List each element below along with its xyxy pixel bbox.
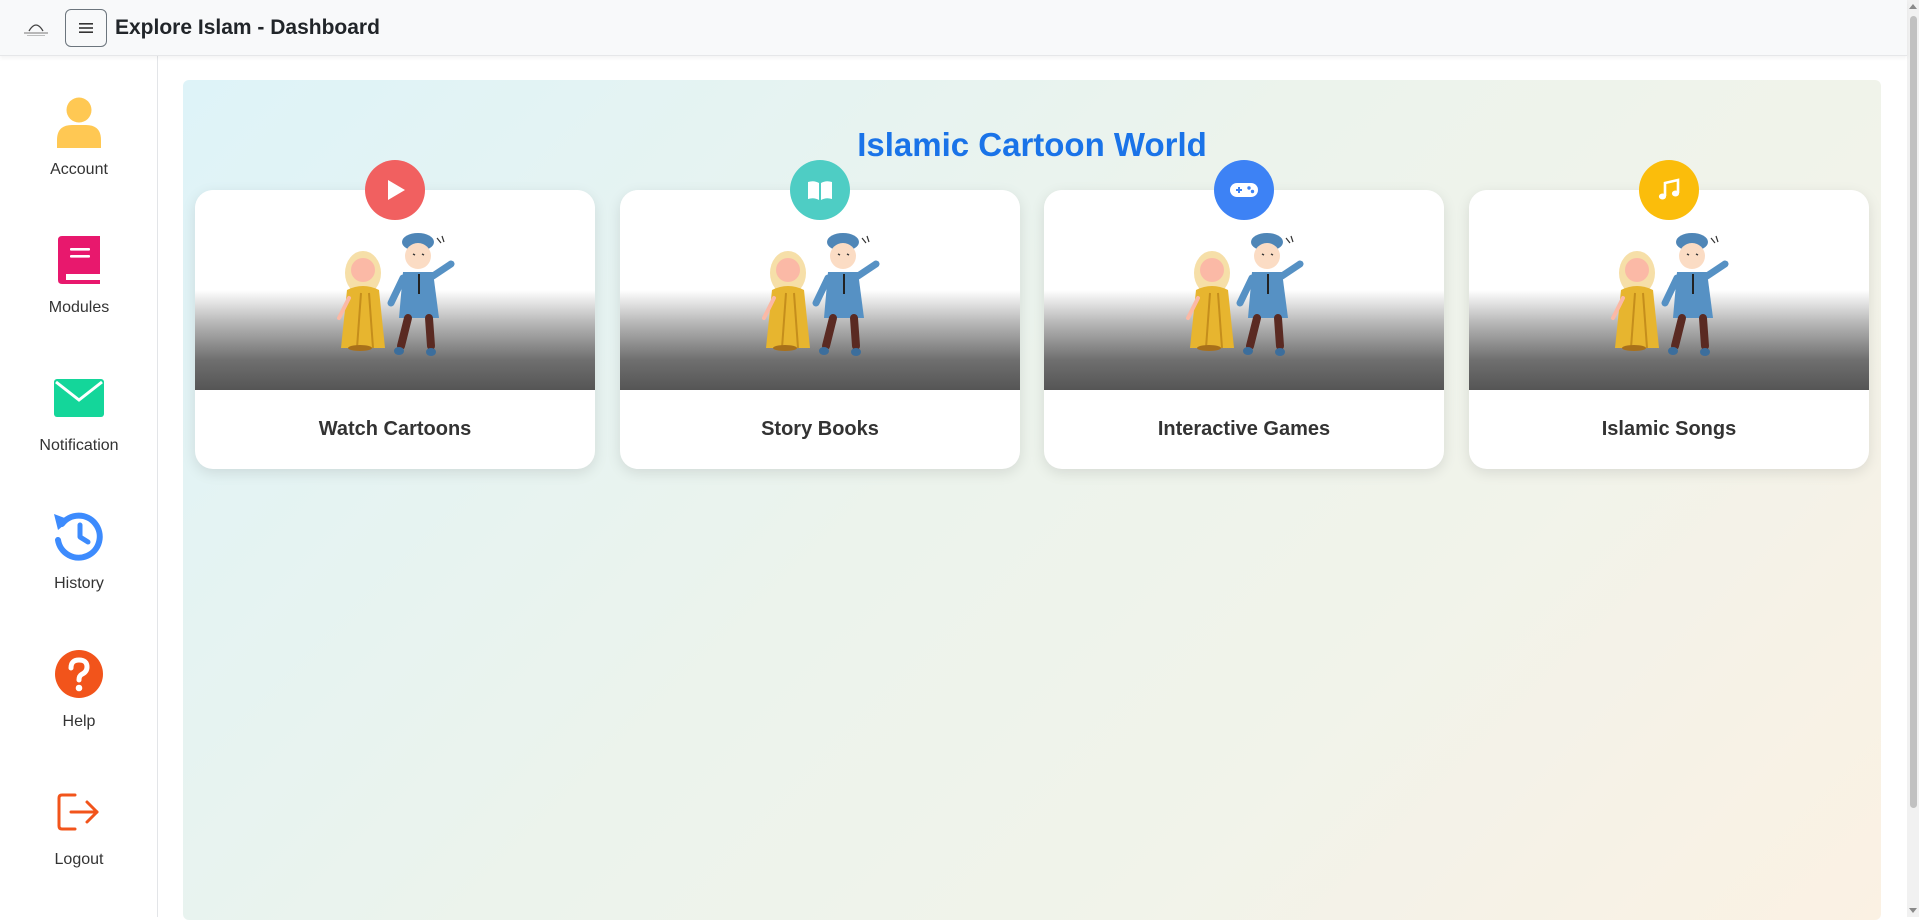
sidebar-item-label: Modules [48, 299, 110, 316]
scroll-up-arrow-icon[interactable] [1909, 4, 1917, 9]
sidebar-item-label: Logout [54, 851, 104, 868]
sidebar-item-notification[interactable]: Notification [0, 370, 158, 480]
sidebar-item-history[interactable]: History [0, 508, 158, 618]
scrollbar-thumb[interactable] [1910, 16, 1917, 808]
play-icon [365, 160, 425, 220]
music-icon [1639, 160, 1699, 220]
card-story-books[interactable]: Story Books [620, 160, 1020, 469]
book-icon [51, 232, 107, 288]
card-watch-cartoons[interactable]: Watch Cartoons [195, 160, 595, 469]
envelope-icon [51, 370, 107, 426]
kids-illustration [195, 190, 595, 390]
mosque-logo-icon[interactable] [18, 14, 54, 42]
question-icon [51, 646, 107, 702]
card-title: Islamic Songs [1601, 418, 1737, 440]
card-islamic-songs[interactable]: Islamic Songs [1469, 160, 1869, 469]
sidebar-item-modules[interactable]: Modules [0, 232, 158, 342]
top-navbar: Explore Islam - Dashboard [0, 0, 1907, 56]
sidebar-item-label: Notification [39, 437, 119, 454]
sidebar-item-label: Account [50, 161, 108, 178]
hamburger-icon [79, 22, 93, 33]
vertical-scrollbar[interactable] [1907, 0, 1919, 917]
page-title: Explore Islam - Dashboard [115, 15, 380, 39]
sidebar-item-label: History [54, 575, 104, 592]
main-content: Islamic Cartoon World Watch Cartoons Sto… [183, 80, 1881, 920]
sidebar: Account Modules Notification History Hel… [0, 56, 158, 917]
section-title: Islamic Cartoon World [857, 126, 1207, 163]
card-title: Watch Cartoons [318, 418, 472, 440]
sidebar-item-logout[interactable]: Logout [0, 784, 158, 894]
scroll-down-arrow-icon[interactable] [1909, 908, 1917, 913]
sidebar-item-label: Help [62, 713, 96, 730]
logout-icon [51, 784, 107, 840]
card-title: Story Books [761, 418, 879, 440]
sidebar-item-account[interactable]: Account [0, 94, 158, 204]
user-icon [51, 94, 107, 150]
sidebar-item-help[interactable]: Help [0, 646, 158, 756]
card-title: Interactive Games [1157, 418, 1331, 440]
kids-illustration [1044, 190, 1444, 390]
card-interactive-games[interactable]: Interactive Games [1044, 160, 1444, 469]
menu-toggle-button[interactable] [65, 8, 107, 47]
kids-illustration [620, 190, 1020, 390]
history-icon [51, 508, 107, 564]
gamepad-icon [1214, 160, 1274, 220]
book-open-icon [790, 160, 850, 220]
kids-illustration [1469, 190, 1869, 390]
